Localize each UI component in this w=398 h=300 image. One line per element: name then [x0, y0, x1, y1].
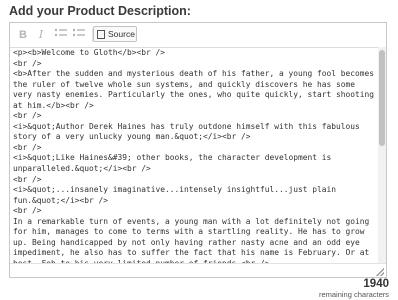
source-line: <br />: [13, 174, 42, 184]
resize-handle-icon[interactable]: [376, 268, 384, 276]
italic-icon[interactable]: I: [34, 27, 48, 43]
source-line: the ruler of twelve whole sun systems, a…: [13, 79, 356, 89]
source-line: <p><b>Welcome to Gloth</b><br />: [13, 48, 166, 57]
source-button[interactable]: Source: [93, 26, 137, 42]
numbered-list-glyph: [73, 28, 85, 37]
bullet-list-glyph: [54, 28, 67, 37]
source-line: <br />: [13, 58, 42, 68]
source-textarea[interactable]: <p><b>Welcome to Gloth</b><br /> <br /> <b…: [13, 48, 379, 263]
source-icon: [97, 29, 105, 39]
source-line: impediment, he also has to suffer the fa…: [13, 248, 370, 258]
source-button-label: Source: [108, 29, 135, 39]
source-line: <br />: [13, 206, 42, 216]
editor-status-bar: [10, 263, 386, 277]
source-line: <br />: [13, 142, 42, 152]
source-line: <i>&quot;Like Haines&#39; other books, t…: [13, 153, 332, 163]
source-line: <i>&quot;...insanely imaginative...inten…: [13, 185, 337, 195]
source-line: story of a very unlucky young man.&quot;…: [13, 132, 251, 142]
editor-scrollbar[interactable]: [378, 47, 386, 263]
source-line: up. Being handicapped by not only having…: [13, 237, 360, 247]
scrollbar-thumb[interactable]: [379, 50, 385, 146]
source-line: for him, manages to come to terms with a…: [13, 227, 365, 237]
source-line: <br />: [13, 111, 42, 121]
source-line: fun.&quot;</i><br />: [13, 195, 109, 205]
source-line: very nasty enemies. Particularly the one…: [13, 90, 375, 100]
remaining-characters-label: remaining characters: [318, 290, 389, 299]
remaining-character-count: 1940: [363, 278, 389, 290]
page-title: Add your Product Description:: [9, 4, 191, 18]
source-line: at him.</b><br />: [13, 100, 94, 110]
bullet-list-icon[interactable]: [53, 27, 69, 43]
editor-toolbar: B I Source: [10, 23, 386, 48]
bold-icon[interactable]: B: [16, 27, 30, 43]
source-line: <b>After the sudden and mysterious death…: [13, 69, 375, 79]
numbered-list-icon[interactable]: [71, 27, 87, 43]
description-editor[interactable]: B I Source <p><b>Welcome to Gloth</b><br…: [9, 22, 387, 278]
source-line: In a remarkable turn of events, a young …: [13, 216, 370, 226]
source-line: <i>&quot;Author Derek Haines has truly o…: [13, 121, 360, 131]
source-line: unparalleled.&quot;</i><br />: [13, 164, 151, 174]
